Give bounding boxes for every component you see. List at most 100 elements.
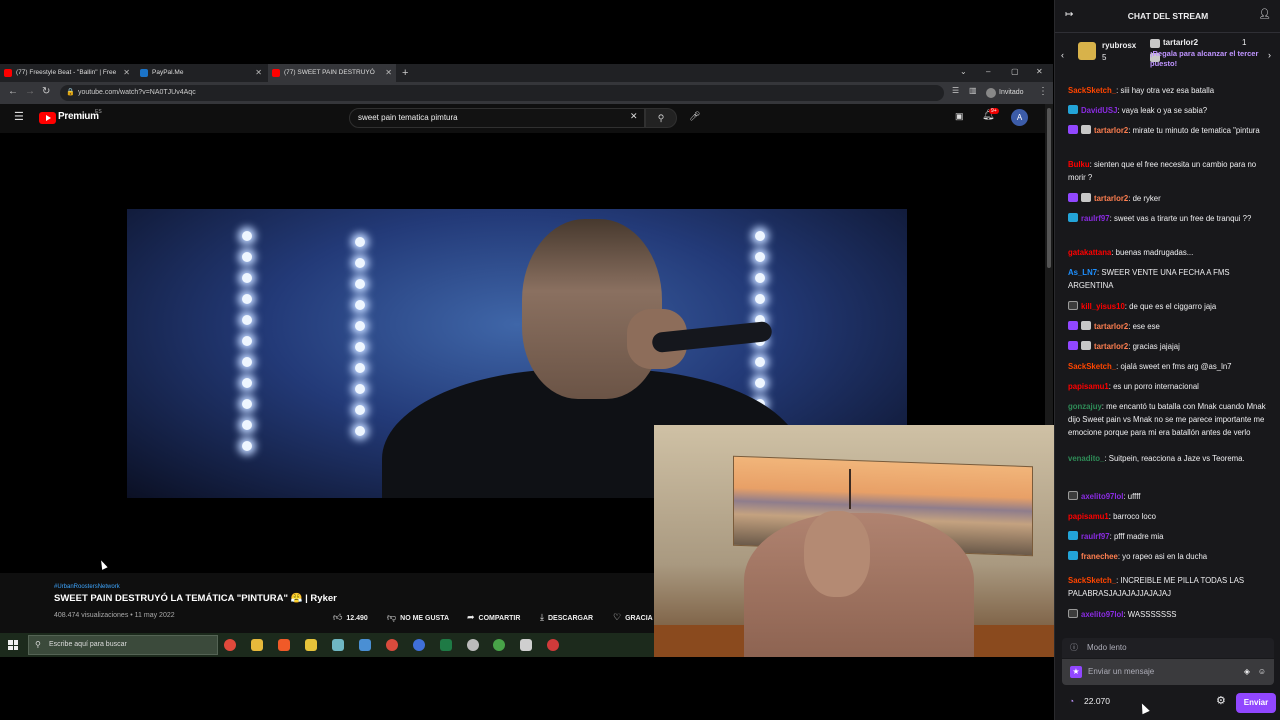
chevron-right-icon[interactable]: ›	[1268, 50, 1271, 60]
tab-search-icon[interactable]: ⌄	[960, 64, 967, 80]
settings-gear-icon[interactable]	[467, 639, 479, 651]
close-window-button[interactable]: ✕	[1036, 64, 1043, 80]
sub-badge-icon[interactable]	[1068, 125, 1078, 134]
cast-icon[interactable]: ☰	[952, 86, 959, 95]
chat-username[interactable]: franechee	[1081, 552, 1118, 561]
prime-badge-icon[interactable]	[1068, 551, 1078, 560]
send-button[interactable]: Enviar	[1236, 693, 1276, 713]
prime-badge-icon[interactable]	[1068, 213, 1078, 222]
sub-star-icon[interactable]: ★	[1070, 666, 1082, 678]
sidepanel-icon[interactable]: ▥	[969, 86, 977, 95]
account-avatar[interactable]: A	[1011, 109, 1028, 126]
microphone-icon[interactable]: 🎤︎	[689, 111, 700, 122]
dollar-app-icon[interactable]	[305, 639, 317, 651]
create-video-icon[interactable]: ▣	[955, 111, 964, 122]
chat-username[interactable]: gatakattana	[1068, 248, 1111, 257]
mod-badge-icon[interactable]	[1068, 609, 1078, 618]
second-gifter-name[interactable]: tartarlor2	[1163, 38, 1198, 47]
chat-username[interactable]: SackSketch_	[1068, 362, 1116, 371]
sub-badge-icon[interactable]	[1068, 193, 1078, 202]
prime-badge-icon[interactable]	[1068, 105, 1078, 114]
shield-icon[interactable]	[520, 639, 532, 651]
app-icon[interactable]	[332, 639, 344, 651]
gift-badge-icon[interactable]	[1081, 125, 1091, 134]
chat-username[interactable]: Bulku	[1068, 160, 1090, 169]
chat-username[interactable]: raulrf97	[1081, 532, 1110, 541]
chat-username[interactable]: axelito97lol	[1081, 492, 1123, 501]
mod-badge-icon[interactable]	[1068, 301, 1078, 310]
emote-icon[interactable]: ☺	[1258, 659, 1266, 685]
thanks-button[interactable]: ♡ GRACIA	[613, 612, 653, 623]
chat-username[interactable]: tartarlor2	[1094, 194, 1128, 203]
excel-icon[interactable]	[440, 639, 452, 651]
dislike-button[interactable]: 👎︎ NO ME GUSTA	[387, 612, 449, 623]
close-tab-icon[interactable]: ✕	[123, 64, 130, 82]
tab-sweet-pain[interactable]: (77) SWEET PAIN DESTRUYÓ ✕	[268, 64, 396, 82]
chat-username[interactable]: kill_yisus10	[1081, 302, 1125, 311]
chat-username[interactable]: SackSketch_	[1068, 86, 1116, 95]
chat-username[interactable]: raulrf97	[1081, 214, 1110, 223]
prime-badge-icon[interactable]	[1068, 531, 1078, 540]
gift-badge-icon[interactable]	[1081, 321, 1091, 330]
chrome-active-icon[interactable]	[493, 639, 505, 651]
close-tab-icon[interactable]: ✕	[385, 64, 392, 82]
tab-freestyle-beat[interactable]: (77) Freestyle Beat - "Ballin" | Free ✕	[0, 64, 134, 82]
menu-icon[interactable]: ⋮	[1038, 86, 1048, 97]
gift-badge-icon[interactable]	[1081, 193, 1091, 202]
chat-username[interactable]: DavidUSJ	[1081, 106, 1117, 115]
forward-button[interactable]: →	[25, 86, 35, 97]
gift-cta[interactable]: ¡Regala para alcanzar el tercer puesto!	[1150, 49, 1270, 69]
top-gifter-name[interactable]: ryubrosx	[1102, 41, 1136, 50]
chat-settings-gear-icon[interactable]: ⚙	[1216, 694, 1226, 707]
download-button[interactable]: ⤓ DESCARGAR	[540, 612, 593, 623]
tab-paypal[interactable]: PayPal.Me ✕	[136, 64, 266, 82]
close-tab-icon[interactable]: ✕	[255, 64, 262, 82]
obs-icon[interactable]	[547, 639, 559, 651]
chevron-left-icon[interactable]: ‹	[1061, 50, 1064, 60]
like-button[interactable]: 👍︎ 12.490	[333, 612, 368, 623]
clear-search-icon[interactable]: ✕	[630, 111, 638, 122]
search-input[interactable]: sweet pain tematica pimtura	[349, 108, 645, 128]
channel-points[interactable]: ◔ 22.070	[1069, 696, 1110, 706]
file-explorer-icon[interactable]	[251, 639, 263, 651]
new-tab-button[interactable]: +	[402, 64, 408, 82]
url-field[interactable]: 🔒 youtube.com/watch?v=NA0TJUv4Aqc	[60, 85, 944, 101]
chrome-icon[interactable]	[224, 639, 236, 651]
share-button[interactable]: ➦ COMPARTIR	[467, 612, 520, 623]
chrome-profile-icon[interactable]	[386, 639, 398, 651]
hashtag-link[interactable]: #UrbanRoostersNetwork	[54, 584, 654, 590]
hamburger-menu-icon[interactable]: ☰	[14, 110, 24, 123]
chat-username[interactable]: tartarlor2	[1094, 322, 1128, 331]
chat-username[interactable]: tartarlor2	[1094, 126, 1128, 135]
windows-start-icon[interactable]	[8, 640, 18, 650]
gift-badge-icon[interactable]	[1081, 341, 1091, 350]
scrollbar-thumb[interactable]	[1047, 108, 1051, 268]
profile-button[interactable]: Invitado	[986, 86, 1024, 100]
chat-username[interactable]: papisamu1	[1068, 512, 1109, 521]
photos-icon[interactable]	[359, 639, 371, 651]
youtube-brand[interactable]: Premium	[58, 111, 99, 122]
chat-username[interactable]: venadito_	[1068, 454, 1104, 463]
sub-badge-icon[interactable]	[1068, 341, 1078, 350]
bits-icon[interactable]: ◈	[1244, 659, 1250, 685]
minimize-button[interactable]: –	[986, 64, 990, 80]
chat-users-icon[interactable]: 👤︎	[1258, 9, 1271, 20]
mod-badge-icon[interactable]	[1068, 491, 1078, 500]
chat-username[interactable]: tartarlor2	[1094, 342, 1128, 351]
reload-button[interactable]: ↻	[42, 86, 50, 97]
search-button[interactable]: ⚲	[645, 108, 677, 128]
taskbar-search[interactable]: ⚲ Escribe aquí para buscar	[28, 635, 218, 655]
back-button[interactable]: ←	[8, 86, 18, 97]
chat-username[interactable]: SackSketch_	[1068, 576, 1116, 585]
chat-username[interactable]: As_LN7	[1068, 268, 1097, 277]
maximize-button[interactable]: ▢	[1011, 64, 1019, 80]
chat-username[interactable]: gonzajuy	[1068, 402, 1102, 411]
chat-username[interactable]: axelito97lol	[1081, 610, 1123, 619]
chat-input[interactable]: ★ Enviar un mensaje ◈ ☺	[1062, 659, 1274, 685]
sub-badge-icon[interactable]	[1068, 321, 1078, 330]
youtube-logo-icon[interactable]	[39, 112, 56, 124]
brave-icon[interactable]	[278, 639, 290, 651]
chrome-profile-icon[interactable]	[413, 639, 425, 651]
chat-username[interactable]: papisamu1	[1068, 382, 1109, 391]
chat-message: franechee: yo rapeo asi en la ducha	[1068, 550, 1276, 563]
